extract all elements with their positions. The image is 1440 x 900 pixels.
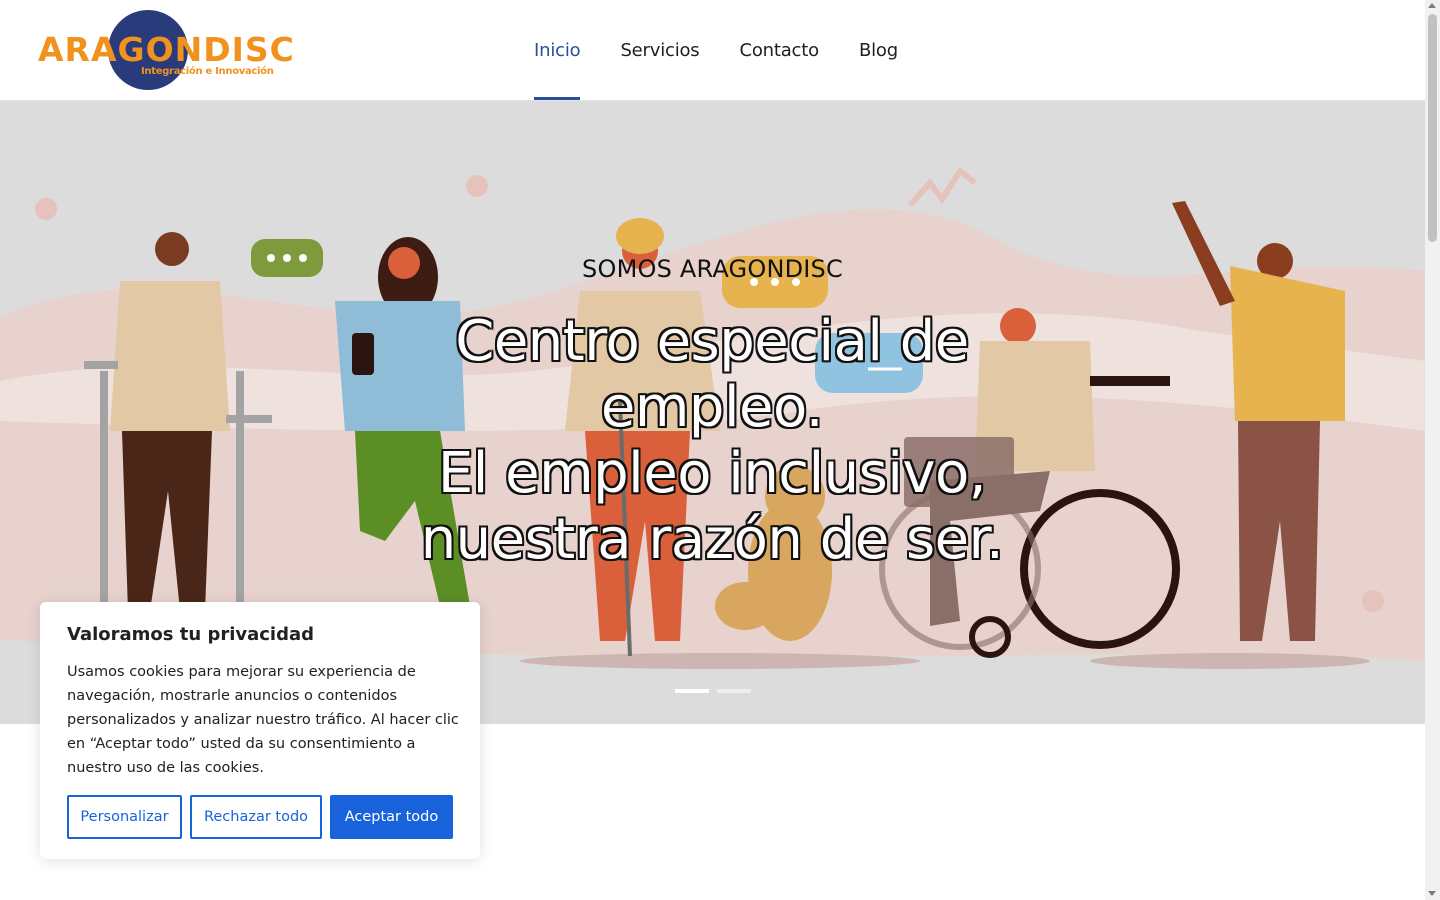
scroll-up-arrow-icon[interactable] [1428, 3, 1436, 8]
nav-item-servicios[interactable]: Servicios [620, 0, 699, 100]
cookie-title: Valoramos tu privacidad [67, 624, 315, 645]
customize-button[interactable]: Personalizar [67, 795, 182, 839]
main-nav: Inicio Servicios Contacto Blog [534, 0, 938, 100]
hero-title: Centro especial de empleo. El empleo inc… [362, 309, 1062, 573]
page-scrollbar[interactable] [1425, 0, 1440, 900]
nav-item-blog[interactable]: Blog [859, 0, 898, 100]
slider-dot-2[interactable] [717, 689, 751, 693]
brand-logo[interactable]: ARAGONDISC Integración e Innovación [38, 8, 294, 94]
accept-all-button[interactable]: Aceptar todo [330, 795, 453, 839]
scroll-down-arrow-icon[interactable] [1428, 891, 1436, 896]
site-header: ARAGONDISC Integración e Innovación Inic… [0, 0, 1425, 101]
brand-tagline: Integración e Innovación [141, 66, 274, 77]
hero-kicker: SOMOS ARAGONDISC [582, 255, 843, 283]
nav-item-inicio[interactable]: Inicio [534, 0, 581, 100]
slider-dot-1[interactable] [675, 689, 709, 693]
slider-pagination [675, 689, 751, 693]
scrollbar-thumb[interactable] [1428, 14, 1437, 242]
cookie-description: Usamos cookies para mejorar su experienc… [67, 664, 459, 776]
cookie-consent-banner: Valoramos tu privacidad Usamos cookies p… [40, 602, 480, 859]
brand-name: ARAGONDISC [38, 30, 295, 69]
hero-title-line-1: Centro especial de empleo. [455, 309, 969, 440]
reject-all-button[interactable]: Rechazar todo [190, 795, 322, 839]
hero-title-line-2: El empleo inclusivo, nuestra razón de se… [420, 441, 1004, 572]
nav-item-contacto[interactable]: Contacto [739, 0, 819, 100]
